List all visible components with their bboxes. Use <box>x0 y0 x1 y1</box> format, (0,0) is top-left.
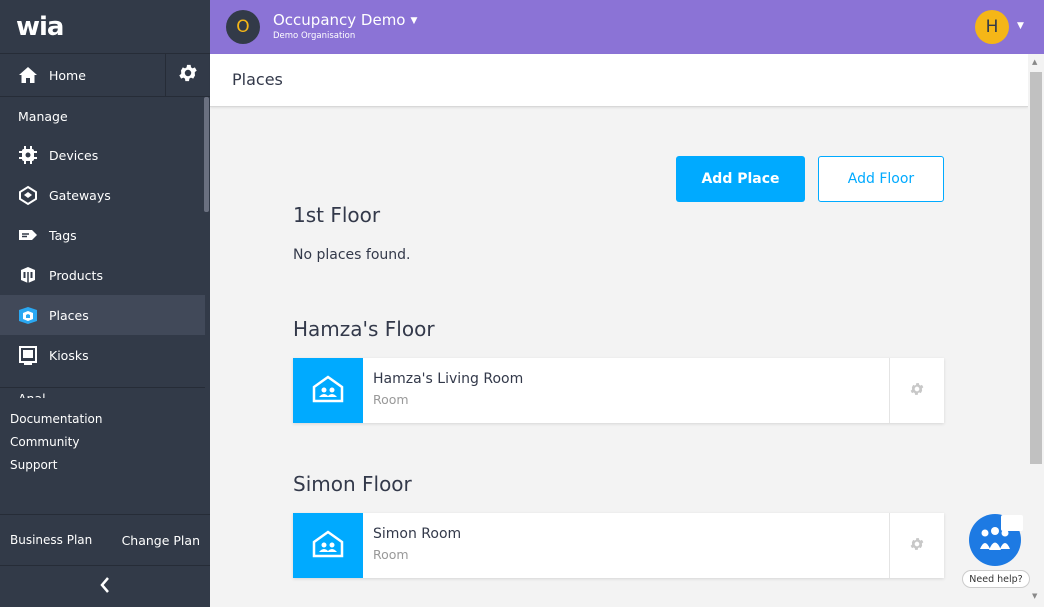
sidebar-item-places[interactable]: Places <box>0 295 205 335</box>
sidebar-item-label: Products <box>49 267 103 283</box>
sidebar-item-devices[interactable]: Devices <box>0 135 205 175</box>
home-row: Home <box>0 54 210 97</box>
floor-title: Hamza's Floor <box>293 317 435 341</box>
need-help-label[interactable]: Need help? <box>962 570 1030 588</box>
community-link[interactable]: Community <box>10 431 210 454</box>
place-type: Room <box>373 392 409 407</box>
gear-icon <box>909 536 925 556</box>
collapse-sidebar-button[interactable] <box>0 566 210 607</box>
tags-icon <box>17 224 39 246</box>
scroll-up-arrow-icon[interactable]: ▲ <box>1032 58 1037 66</box>
org-avatar[interactable]: O <box>226 10 260 44</box>
home-icon <box>17 64 39 86</box>
help-widget-badge <box>1001 515 1023 531</box>
manage-section-label: Manage <box>18 109 68 124</box>
devices-icon <box>17 144 39 166</box>
place-card[interactable]: Simon Room Room <box>293 513 944 578</box>
place-settings-button[interactable] <box>889 513 944 578</box>
kiosks-icon <box>17 344 39 366</box>
place-settings-button[interactable] <box>889 358 944 423</box>
sidebar-item-kiosks[interactable]: Kiosks <box>0 335 205 375</box>
sidebar-item-products[interactable]: Products <box>0 255 205 295</box>
sidebar-scrollbar[interactable] <box>204 97 209 212</box>
room-icon <box>311 374 345 408</box>
top-bar: O Occupancy Demo ▼ Demo Organisation H ▼ <box>210 0 1044 54</box>
user-menu-caret-icon[interactable]: ▼ <box>1017 21 1024 31</box>
sidebar-item-label: Kiosks <box>49 347 89 363</box>
support-link[interactable]: Support <box>10 454 210 477</box>
user-avatar[interactable]: H <box>975 10 1009 44</box>
gear-icon <box>177 62 199 88</box>
sidebar-item-label: Places <box>49 307 89 323</box>
plan-row: Business Plan Change Plan <box>0 514 210 566</box>
gear-icon <box>909 381 925 401</box>
sidebar: wia Home Manage Devices Gateways Tags Pr… <box>0 0 210 607</box>
place-thumbnail <box>293 358 363 423</box>
plan-name: Business Plan <box>10 533 93 547</box>
sidebar-item-home[interactable]: Home <box>0 54 166 96</box>
place-thumbnail <box>293 513 363 578</box>
sidebar-item-label: Tags <box>49 227 77 243</box>
org-name: Occupancy Demo <box>273 11 406 29</box>
sidebar-item-gateways[interactable]: Gateways <box>0 175 205 215</box>
places-content: Add Place Add Floor 1st Floor No places … <box>210 108 1028 607</box>
place-name[interactable]: Hamza's Living Room <box>373 371 889 387</box>
sidebar-item-label: Gateways <box>49 187 111 203</box>
scroll-down-arrow-icon[interactable]: ▼ <box>1032 592 1037 600</box>
add-place-button[interactable]: Add Place <box>676 156 805 202</box>
floor-title: 1st Floor <box>293 203 381 227</box>
org-subtitle: Demo Organisation <box>273 31 356 41</box>
page-header: Places <box>210 54 1028 107</box>
place-type: Room <box>373 547 409 562</box>
settings-button[interactable] <box>166 54 210 96</box>
sidebar-item-label: Devices <box>49 147 99 163</box>
change-plan-link[interactable]: Change Plan <box>122 533 200 548</box>
org-switcher[interactable]: Occupancy Demo ▼ <box>273 11 417 29</box>
chevron-left-icon <box>98 576 112 598</box>
products-icon <box>17 264 39 286</box>
sidebar-section-label-partial: Anal <box>0 388 210 398</box>
place-card[interactable]: Hamza's Living Room Room <box>293 358 944 423</box>
place-name[interactable]: Simon Room <box>373 526 889 542</box>
sidebar-item-label: Home <box>49 67 86 83</box>
place-info: Simon Room Room <box>363 513 889 578</box>
gateways-icon <box>17 184 39 206</box>
places-icon <box>17 304 39 326</box>
sidebar-links: Documentation Community Support <box>0 408 210 477</box>
place-info: Hamza's Living Room Room <box>363 358 889 423</box>
floor-title: Simon Floor <box>293 472 412 496</box>
page-title: Places <box>232 70 283 89</box>
room-icon <box>311 529 345 563</box>
add-floor-button[interactable]: Add Floor <box>818 156 944 202</box>
sidebar-item-tags[interactable]: Tags <box>0 215 205 255</box>
caret-down-icon: ▼ <box>410 15 418 26</box>
wia-logo[interactable]: wia <box>0 0 210 54</box>
main-scrollbar-thumb[interactable] <box>1030 72 1042 464</box>
documentation-link[interactable]: Documentation <box>10 408 210 431</box>
empty-places-message: No places found. <box>293 247 411 263</box>
